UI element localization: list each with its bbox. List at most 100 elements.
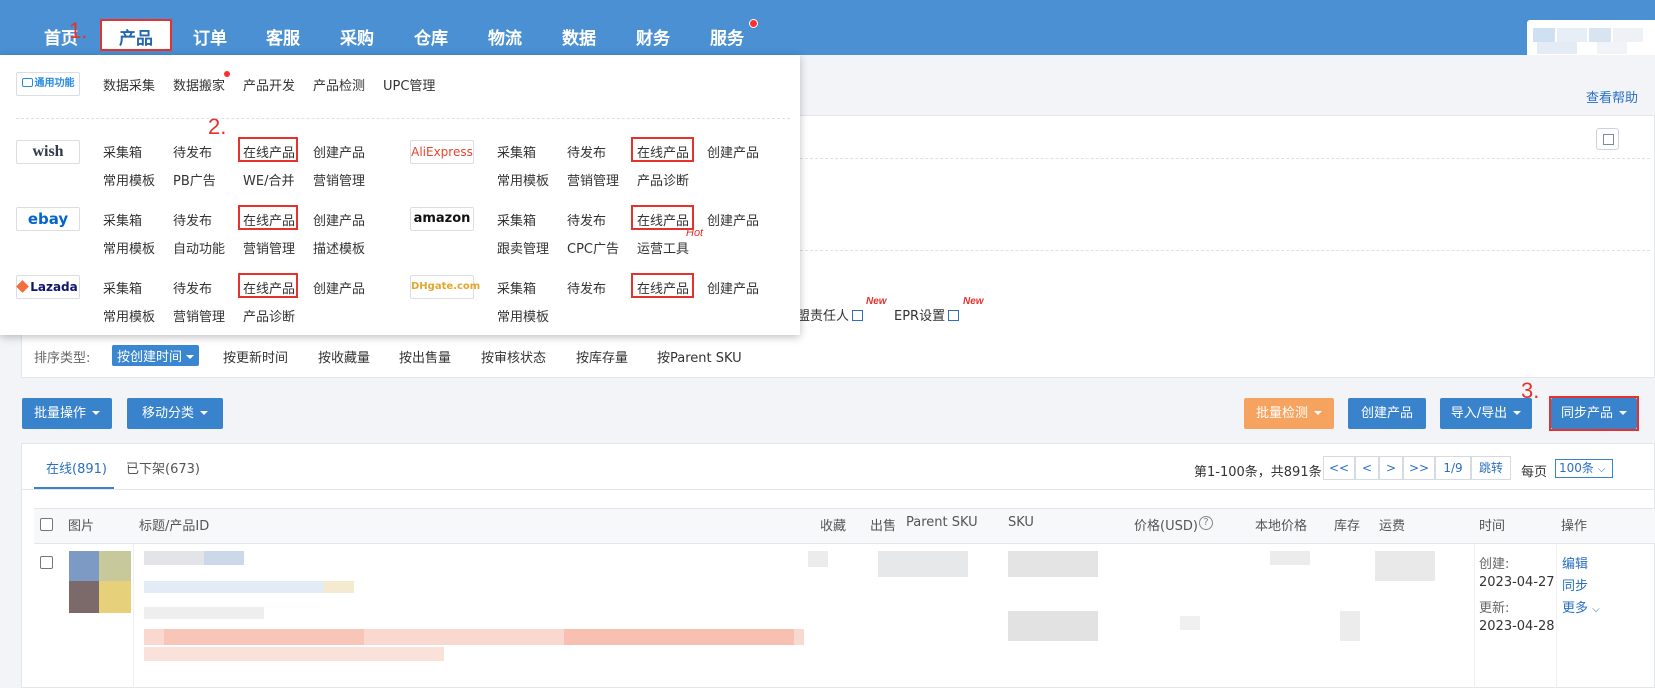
aliexpress-marketing[interactable]: 营销管理 [567,170,619,189]
wish-collect[interactable]: 采集箱 [103,142,142,161]
dhgate-templates[interactable]: 常用模板 [497,306,549,325]
wish-pb-ads[interactable]: PB广告 [173,170,216,189]
lazada-marketing[interactable]: 营销管理 [173,306,225,325]
col-sku: SKU [1008,515,1034,530]
amazon-follow-sell[interactable]: 跟卖管理 [497,238,549,257]
last-page-button[interactable]: >> [1403,456,1435,480]
nav-warehouse[interactable]: 仓库 [414,24,448,49]
menu-upc[interactable]: UPC管理 [383,75,435,94]
edit-link[interactable]: 编辑 [1562,553,1588,572]
dhgate-pending[interactable]: 待发布 [567,278,606,297]
menu-data-collect[interactable]: 数据采集 [103,75,155,94]
sort-option[interactable]: 按审核状态 [481,347,546,366]
aliexpress-online-products[interactable]: 在线产品 [637,142,689,161]
lazada-logo: Lazada [16,275,80,299]
menu-product-dev[interactable]: 产品开发 [243,75,295,94]
lazada-collect[interactable]: 采集箱 [103,278,142,297]
aliexpress-diagnosis[interactable]: 产品诊断 [637,170,689,189]
lazada-online-products[interactable]: 在线产品 [243,278,295,297]
wish-create[interactable]: 创建产品 [313,142,365,161]
next-page-button[interactable]: > [1379,456,1403,480]
first-page-button[interactable]: << [1323,456,1355,480]
ebay-description-templates[interactable]: 描述模板 [313,238,365,257]
result-range: 第1-100条，共891条 [1194,465,1322,480]
batch-check-button[interactable]: 批量检测 [1244,398,1334,429]
nav-services[interactable]: 服务 [710,24,744,49]
ebay-templates[interactable]: 常用模板 [103,238,155,257]
dhgate-create[interactable]: 创建产品 [707,278,759,297]
user-account[interactable] [1527,20,1655,55]
ebay-pending[interactable]: 待发布 [173,210,212,229]
jump-button[interactable]: 跳转 [1471,456,1511,480]
aliexpress-pending[interactable]: 待发布 [567,142,606,161]
more-link[interactable]: 更多 ⌵ [1562,597,1600,616]
amazon-create[interactable]: 创建产品 [707,210,759,229]
per-page-select[interactable]: 100条 ⌵ [1555,459,1613,478]
move-category-button[interactable]: 移动分类 [127,398,223,429]
ebay-create[interactable]: 创建产品 [313,210,365,229]
batch-ops-button[interactable]: 批量操作 [22,398,112,429]
sort-option[interactable]: 按收藏量 [318,347,370,366]
amazon-collect[interactable]: 采集箱 [497,210,536,229]
product-title-blurred[interactable] [144,551,804,661]
sort-option[interactable]: 按更新时间 [223,347,288,366]
ebay-marketing[interactable]: 营销管理 [243,238,295,257]
ebay-collect[interactable]: 采集箱 [103,210,142,229]
help-icon[interactable]: ? [1199,516,1213,530]
amazon-pending[interactable]: 待发布 [567,210,606,229]
sort-option[interactable]: 按Parent SKU [657,347,742,366]
col-favorites[interactable]: 收藏 [820,515,846,534]
col-title: 标题/产品ID [139,519,210,534]
aliexpress-templates[interactable]: 常用模板 [497,170,549,189]
ebay-auto[interactable]: 自动功能 [173,238,225,257]
nav-orders[interactable]: 订单 [193,24,227,49]
menu-product-check[interactable]: 产品检测 [313,75,365,94]
menu-data-move[interactable]: 数据搬家 [173,75,225,94]
aliexpress-collect[interactable]: 采集箱 [497,142,536,161]
tabs-divider [21,489,1655,490]
wish-pending[interactable]: 待发布 [173,142,212,161]
top-nav: 首页 产品 订单 客服 采购 仓库 物流 数据 财务 服务 1. [0,0,1655,55]
sort-by-created[interactable]: 按创建时间 [112,345,200,366]
wish-online-products[interactable]: 在线产品 [243,142,295,161]
nav-logistics[interactable]: 物流 [488,24,522,49]
lazada-pending[interactable]: 待发布 [173,278,212,297]
print-icon[interactable] [1596,128,1619,150]
col-sold[interactable]: 出售 [870,515,896,534]
nav-purchase[interactable]: 采购 [340,24,374,49]
tab-online[interactable]: 在线(891) [46,458,107,477]
dhgate-online-products[interactable]: 在线产品 [637,278,689,297]
nav-service[interactable]: 客服 [266,24,300,49]
aliexpress-create[interactable]: 创建产品 [707,142,759,161]
help-link[interactable]: 查看帮助 [1586,87,1638,106]
tab-offline[interactable]: 已下架(673) [126,458,200,477]
lazada-diagnosis[interactable]: 产品诊断 [243,306,295,325]
import-export-button[interactable]: 导入/导出 [1440,398,1532,429]
nav-finance[interactable]: 财务 [636,24,670,49]
wish-we-merge[interactable]: WE/合并 [243,170,294,189]
amazon-cpc-ads[interactable]: CPC广告 [567,238,619,257]
amazon-ops-tools[interactable]: 运营工具 [637,238,689,257]
select-all-checkbox[interactable] [40,518,53,531]
sort-option[interactable]: 按库存量 [576,347,628,366]
epr-settings-link[interactable]: EPR设置 [894,305,960,324]
lazada-create[interactable]: 创建产品 [313,278,365,297]
product-thumbnail[interactable] [69,551,131,613]
nav-data[interactable]: 数据 [562,24,596,49]
per-page-label: 每页 [1521,465,1548,480]
dhgate-collect[interactable]: 采集箱 [497,278,536,297]
lazada-templates[interactable]: 常用模板 [103,306,155,325]
create-product-button[interactable]: 创建产品 [1348,398,1426,429]
wish-marketing[interactable]: 营销管理 [313,170,365,189]
sync-link[interactable]: 同步 [1562,575,1588,594]
eu-responsible-link[interactable]: 盟责任人 [797,305,864,324]
updated-date: 2023-04-28 [1479,619,1555,634]
sort-option[interactable]: 按出售量 [399,347,451,366]
wish-templates[interactable]: 常用模板 [103,170,155,189]
ebay-online-products[interactable]: 在线产品 [243,210,295,229]
row-checkbox[interactable] [40,556,53,569]
prev-page-button[interactable]: < [1355,456,1379,480]
amazon-online-products[interactable]: 在线产品 [637,210,689,229]
nav-product[interactable]: 产品 [119,24,153,49]
col-stock[interactable]: 库存 [1334,515,1360,534]
